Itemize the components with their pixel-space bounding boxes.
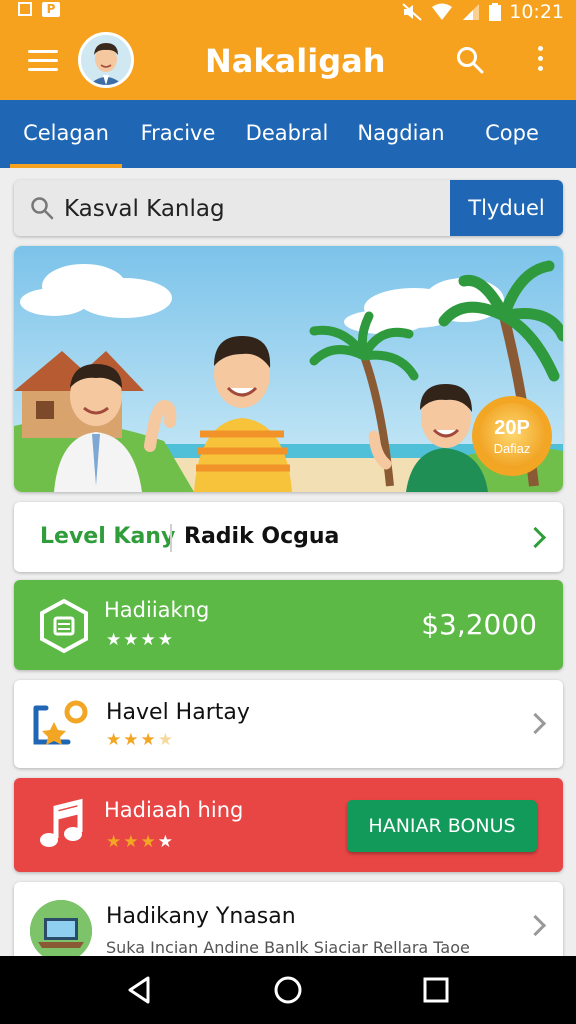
p-app-icon: P — [42, 2, 60, 17]
rating-stars: ★★★★ — [106, 630, 175, 650]
signal-icon — [463, 4, 480, 20]
bonus-card[interactable]: Hadiaah hing ★★★★ HANIAR BONUS — [14, 778, 563, 872]
chevron-right-icon — [524, 914, 547, 937]
back-icon[interactable] — [124, 974, 156, 1006]
search-bar: Tlyduel — [14, 180, 563, 236]
mute-icon — [402, 3, 422, 21]
beach-illustration: 20P Dafiaz — [14, 246, 563, 492]
level-card[interactable]: Level Kany Radik Ocgua — [14, 502, 563, 572]
search-icon[interactable] — [456, 46, 484, 74]
search-button[interactable]: Tlyduel — [450, 180, 563, 236]
chevron-right-icon — [524, 526, 547, 549]
tab-cope[interactable]: Cope — [472, 100, 552, 168]
search-icon — [31, 197, 54, 220]
tab-nagdian[interactable]: Nagdian — [352, 100, 450, 168]
claim-bonus-button[interactable]: HANIAR BONUS — [347, 800, 537, 852]
reward-card[interactable]: Hadiiakng ★★★★ $3,2000 — [14, 580, 563, 670]
rating-stars: ★★★★ — [106, 730, 175, 750]
avatar[interactable] — [78, 32, 134, 88]
battery-icon — [489, 3, 502, 21]
level-value: Radik Ocgua — [184, 524, 340, 549]
rating-stars: ★★★★ — [106, 832, 175, 852]
music-note-icon — [40, 798, 83, 847]
search-input[interactable] — [62, 188, 446, 230]
home-icon[interactable] — [272, 974, 304, 1006]
bonus-title: Hadiaah hing — [104, 798, 244, 822]
reward-title: Hadiiakng — [104, 598, 210, 622]
chevron-right-icon — [524, 712, 547, 735]
app-title: Nakaligah — [205, 42, 386, 80]
badge-caption: Dafiaz — [494, 441, 531, 456]
level-label: Level Kany — [40, 524, 176, 549]
badge-value: 20P — [494, 417, 530, 439]
status-time: 10:21 — [509, 1, 564, 23]
item-card[interactable]: Havel Hartay ★★★★ — [14, 680, 563, 768]
app-bar: Nakaligah — [0, 24, 576, 100]
laptop-thumbnail-icon — [30, 900, 92, 962]
divider — [170, 524, 172, 552]
hamburger-menu-icon[interactable] — [28, 50, 58, 74]
promo-banner[interactable]: 20P Dafiaz — [14, 246, 563, 492]
list-item-subtitle: Suka Incian Andine Banlk Siaciar Rellara… — [106, 938, 470, 957]
reward-hexagon-icon — [40, 598, 88, 654]
discount-badge: 20P Dafiaz — [472, 396, 552, 476]
screenshot-icon — [18, 2, 32, 16]
recent-apps-icon[interactable] — [420, 974, 452, 1006]
tab-celagan[interactable]: Celagan — [10, 100, 122, 168]
more-options-icon[interactable] — [532, 46, 548, 78]
wifi-icon — [432, 3, 453, 20]
puzzle-gear-icon — [33, 700, 88, 745]
tab-bar: Celagan Fracive Deabral Nagdian Cope — [0, 100, 576, 168]
reward-amount: $3,2000 — [421, 608, 537, 641]
tab-fracive[interactable]: Fracive — [130, 100, 226, 168]
item-title: Havel Hartay — [106, 700, 250, 725]
tab-deabral[interactable]: Deabral — [238, 100, 336, 168]
status-bar: P 10:21 — [0, 0, 576, 24]
system-navigation-bar — [0, 956, 576, 1024]
list-item-title: Hadikany Ynasan — [106, 904, 296, 929]
